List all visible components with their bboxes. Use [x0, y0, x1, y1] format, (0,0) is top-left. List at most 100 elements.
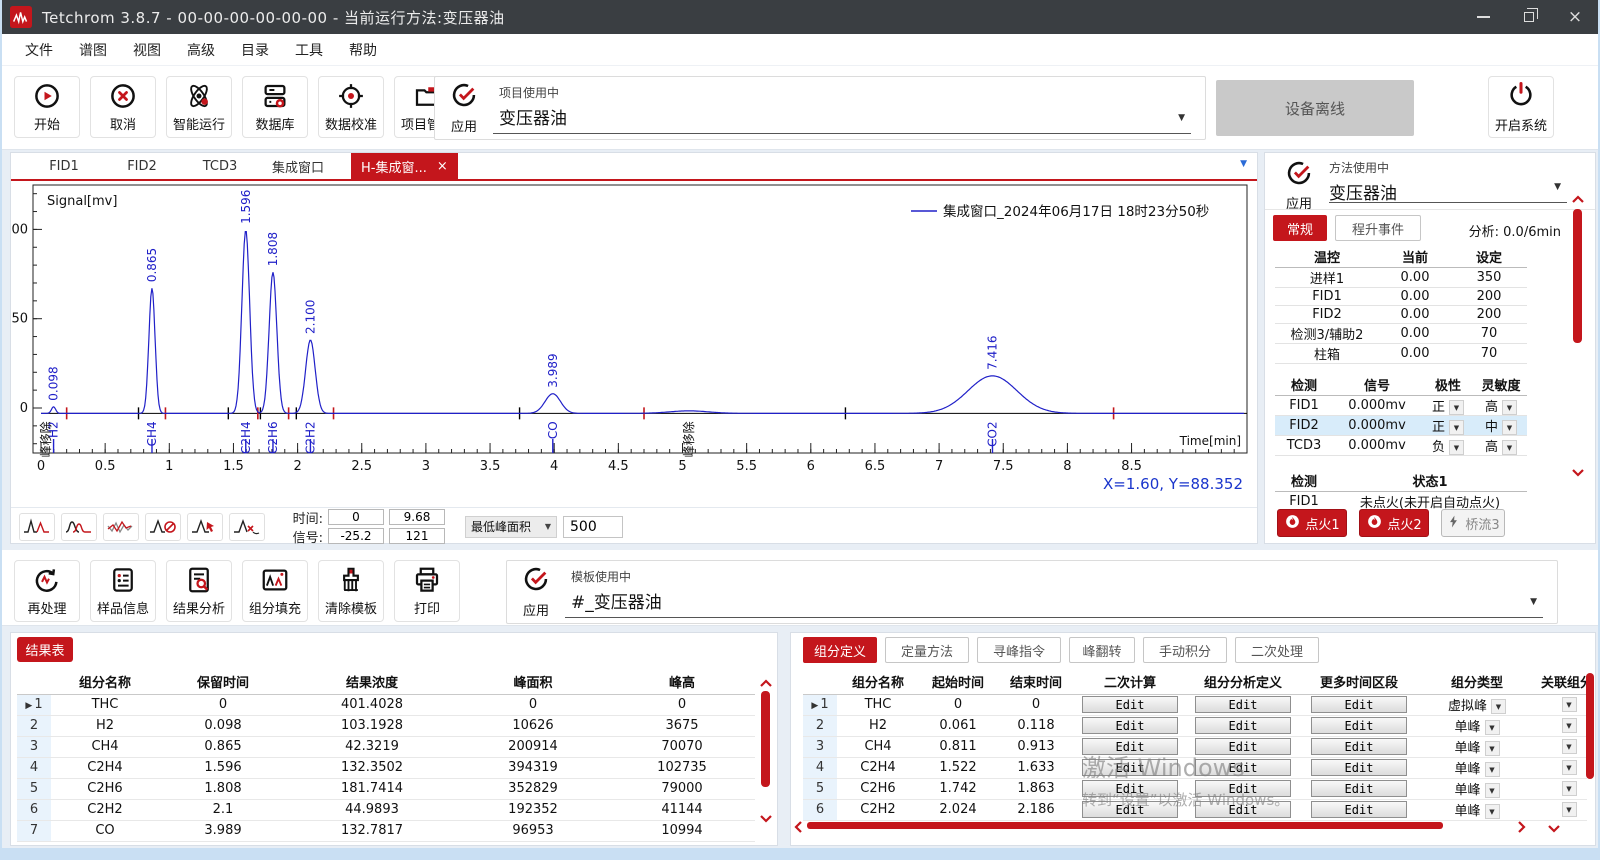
chevron-down-icon[interactable]: ▼ — [1485, 783, 1500, 798]
component-tab-1[interactable]: 定量方法 — [885, 637, 969, 663]
component-row-3[interactable]: 3CH40.8110.913EditEditEdit单峰▼▼ — [803, 736, 1587, 757]
component-tab-5[interactable]: 二次处理 — [1235, 637, 1319, 663]
more-time-ranges-edit-button[interactable]: Edit — [1311, 717, 1407, 734]
row-selector[interactable]: 4 — [803, 757, 837, 778]
chevron-down-icon[interactable]: ▼ — [1449, 400, 1464, 415]
hscroll-left-icon[interactable] — [793, 819, 807, 833]
menu-item-6[interactable]: 帮助 — [336, 40, 390, 60]
more-time-ranges-edit-button[interactable]: Edit — [1311, 738, 1407, 755]
results-row-2[interactable]: 2H20.098103.1928106263675 — [17, 715, 755, 736]
secondary-calc-edit-button[interactable]: Edit — [1082, 696, 1178, 713]
menu-item-1[interactable]: 谱图 — [66, 40, 120, 60]
chevron-down-icon[interactable]: ▼ — [1449, 440, 1464, 455]
toolbar2-clear-template-button[interactable]: 清除模板 — [318, 560, 384, 622]
results-scrollbar-thumb[interactable] — [761, 691, 770, 787]
ignite1-button[interactable]: 点火1 — [1277, 509, 1347, 537]
bridge-current-button[interactable]: 桥流3 — [1441, 509, 1505, 537]
detector-row-FID1[interactable]: FID10.000mv正▼高▼ — [1275, 395, 1527, 415]
row-selector[interactable]: 6 — [803, 799, 837, 820]
chevron-down-icon[interactable]: ▼ — [1449, 420, 1464, 435]
row-selector[interactable]: ▶1 — [17, 694, 51, 715]
secondary-calc-edit-button[interactable]: Edit — [1082, 801, 1178, 818]
minimize-button[interactable] — [1460, 0, 1506, 34]
analysis-definition-edit-button[interactable]: Edit — [1195, 801, 1291, 818]
chart-tab-TCD3[interactable]: TCD3 — [189, 159, 251, 174]
chart-tab-FID1[interactable]: FID1 — [33, 159, 95, 174]
menu-item-5[interactable]: 工具 — [282, 40, 336, 60]
signal-to-input[interactable] — [389, 528, 445, 544]
component-vscrollbar-thumb[interactable] — [1586, 673, 1594, 779]
chevron-down-icon[interactable]: ▼ — [1485, 720, 1500, 735]
min-peak-area-select[interactable]: 最低峰面积 ▼ — [465, 516, 557, 538]
row-selector[interactable]: 3 — [17, 736, 51, 757]
chevron-down-icon[interactable]: ▼ — [1491, 699, 1506, 714]
component-tab-4[interactable]: 手动积分 — [1143, 637, 1227, 663]
menu-item-4[interactable]: 目录 — [228, 40, 282, 60]
component-hscrollbar-thumb[interactable] — [807, 822, 1443, 829]
template-select[interactable]: 模板使用中 #_变压器油 ▼ — [565, 566, 1543, 618]
scroll-down-icon[interactable] — [1571, 463, 1585, 477]
device-status-button[interactable]: 设备离线 — [1216, 80, 1414, 136]
component-row-5[interactable]: 5C2H61.7421.863EditEditEdit单峰▼▼ — [803, 778, 1587, 799]
menu-item-2[interactable]: 视图 — [120, 40, 174, 60]
hscroll-right-icon[interactable] — [1517, 819, 1531, 833]
toolbar-cancel-button[interactable]: 取消 — [90, 76, 156, 138]
toolbar-atom-button[interactable]: 智能运行 — [166, 76, 232, 138]
detector-row-FID2[interactable]: FID20.000mv正▼中▼ — [1275, 415, 1527, 435]
template-dropdown-icon[interactable]: ▼ — [1530, 597, 1537, 607]
system-power-button[interactable]: 开启系统 — [1488, 76, 1554, 138]
peak-remove-button[interactable] — [145, 513, 181, 541]
analysis-definition-edit-button[interactable]: Edit — [1195, 759, 1291, 776]
chevron-down-icon[interactable]: ▼ — [1485, 762, 1500, 777]
results-row-7[interactable]: 7CO3.989132.78179695310994 — [17, 820, 755, 841]
row-selector[interactable]: 2 — [17, 715, 51, 736]
component-tab-2[interactable]: 寻峰指令 — [977, 637, 1061, 663]
apply-template-button[interactable]: 应用 — [507, 564, 565, 620]
peak-delete-button[interactable] — [229, 513, 265, 541]
chromatogram-plot[interactable]: 05010000.511.522.533.544.555.566.577.588… — [11, 181, 1259, 506]
chart-tab-active[interactable]: H-集成窗...× — [351, 153, 458, 180]
min-peak-area-input[interactable] — [563, 516, 623, 538]
toolbar2-sample-info-button[interactable]: 样品信息 — [90, 560, 156, 622]
results-table-button[interactable]: 结果表 — [17, 637, 73, 662]
results-row-4[interactable]: 4C2H41.596132.3502394319102735 — [17, 757, 755, 778]
chevron-down-icon[interactable]: ▼ — [1485, 804, 1500, 819]
row-selector[interactable]: 5 — [803, 778, 837, 799]
method-select[interactable]: 方法使用中 变压器油 ▼ — [1329, 157, 1567, 203]
chevron-down-icon[interactable]: ▼ — [1562, 802, 1577, 817]
apply-method-button[interactable]: 应用 — [1273, 159, 1325, 213]
chevron-down-icon[interactable]: ▼ — [1562, 739, 1577, 754]
component-tab-0[interactable]: 组分定义 — [803, 637, 877, 663]
secondary-calc-edit-button[interactable]: Edit — [1082, 780, 1178, 797]
time-to-input[interactable] — [389, 509, 445, 525]
toolbar-calibration-target-button[interactable]: 数据校准 — [318, 76, 384, 138]
project-select[interactable]: 项目使用中 变压器油 ▼ — [493, 82, 1191, 134]
analysis-definition-edit-button[interactable]: Edit — [1195, 696, 1291, 713]
component-row-1[interactable]: ▶1THC00EditEditEdit虚拟峰▼▼ — [803, 694, 1587, 715]
component-scroll-down-icon[interactable] — [1547, 819, 1561, 833]
tab-general[interactable]: 常规 — [1273, 215, 1327, 241]
toolbar2-reprocess-button[interactable]: 再处理 — [14, 560, 80, 622]
analysis-definition-edit-button[interactable]: Edit — [1195, 780, 1291, 797]
component-row-6[interactable]: 6C2H22.0242.186EditEditEdit单峰▼▼ — [803, 799, 1587, 820]
tab-close-icon[interactable]: × — [437, 159, 448, 174]
chevron-down-icon[interactable]: ▼ — [1502, 420, 1517, 435]
chevron-down-icon[interactable]: ▼ — [1502, 440, 1517, 455]
more-time-ranges-edit-button[interactable]: Edit — [1311, 696, 1407, 713]
menu-item-3[interactable]: 高级 — [174, 40, 228, 60]
chevron-down-icon[interactable]: ▼ — [1562, 760, 1577, 775]
row-selector[interactable]: 7 — [17, 820, 51, 841]
method-scrollbar-thumb[interactable] — [1573, 209, 1582, 343]
detector-row-TCD3[interactable]: TCD30.000mv负▼高▼ — [1275, 435, 1527, 455]
secondary-calc-edit-button[interactable]: Edit — [1082, 759, 1178, 776]
analysis-definition-edit-button[interactable]: Edit — [1195, 717, 1291, 734]
toolbar2-print-button[interactable]: 打印 — [394, 560, 460, 622]
results-scroll-down-icon[interactable] — [759, 809, 773, 823]
row-selector[interactable]: ▶1 — [803, 694, 837, 715]
chevron-down-icon[interactable]: ▼ — [1562, 781, 1577, 796]
results-row-5[interactable]: 5C2H61.808181.741435282979000 — [17, 778, 755, 799]
apply-project-button[interactable]: 应用 — [435, 80, 493, 136]
peak-view-button-3[interactable] — [103, 513, 139, 541]
chevron-down-icon[interactable]: ▼ — [1562, 718, 1577, 733]
row-selector[interactable]: 2 — [803, 715, 837, 736]
